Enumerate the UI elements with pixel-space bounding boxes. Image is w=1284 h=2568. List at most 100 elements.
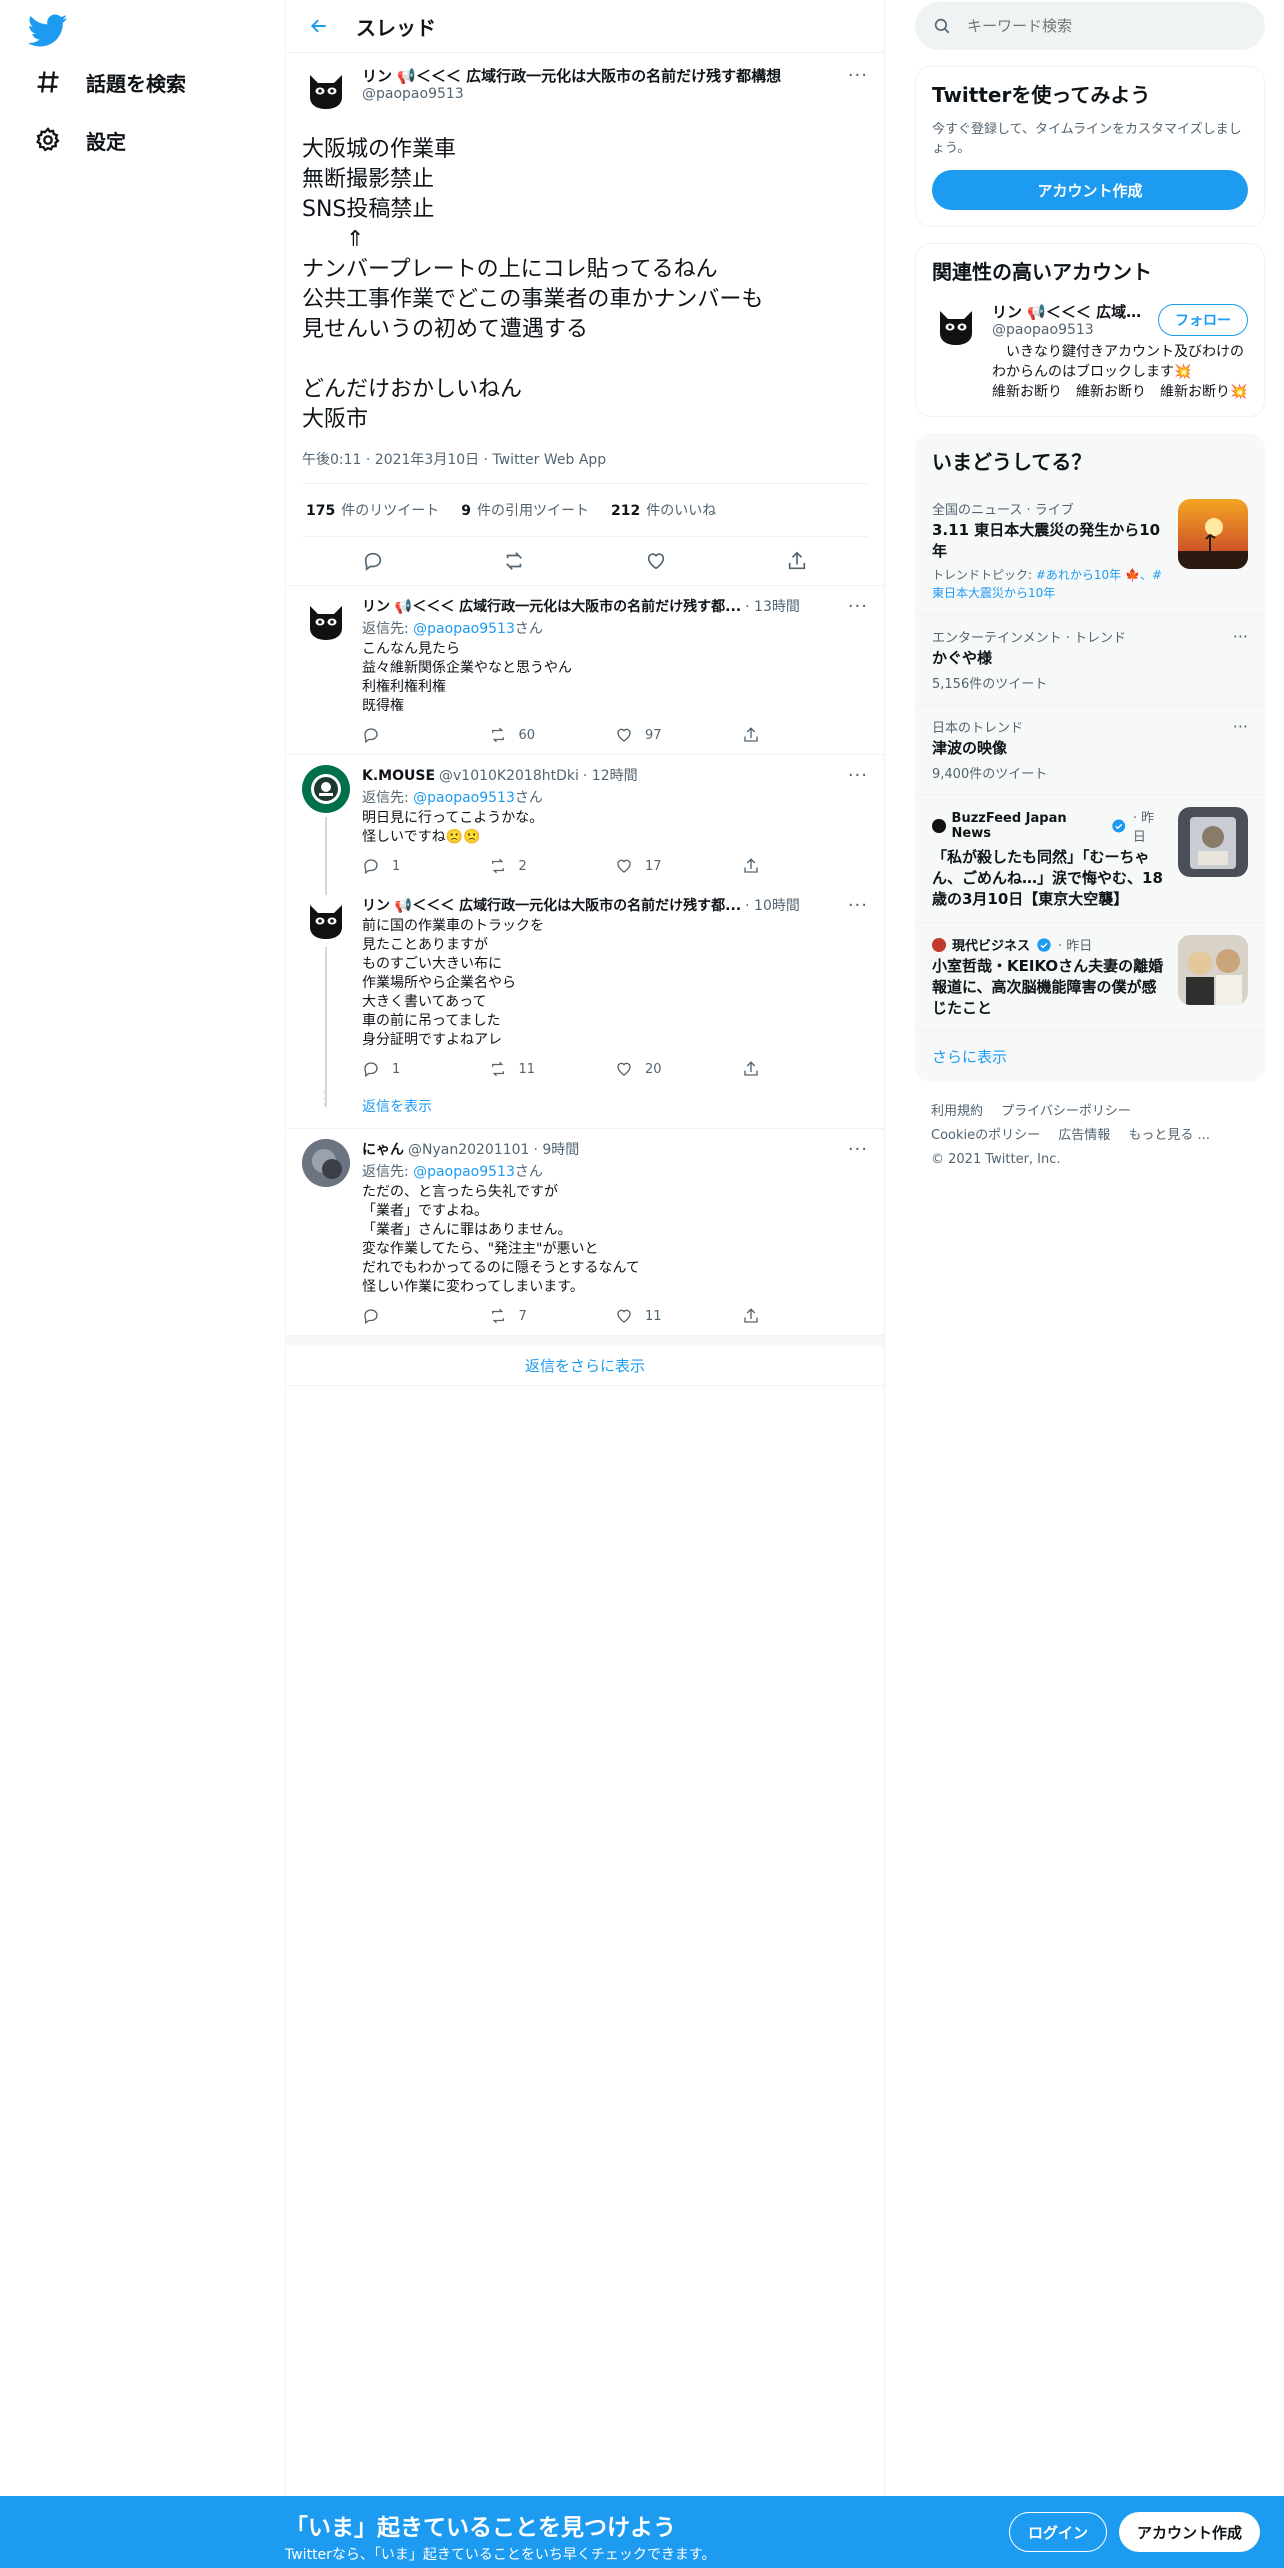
tweet-meta[interactable]: 午後0:11 · 2021年3月10日 · Twitter Web App — [302, 449, 868, 484]
reply-header: リン 📢＜＜＜ 広域行政一元化は大阪市の名前だけ残す都... · 10時間 — [362, 895, 868, 915]
heart-icon — [617, 1309, 631, 1323]
reply-icon[interactable] — [362, 550, 384, 572]
related-account[interactable]: リン 📢＜＜＜ 広域... @paopao9513 フォロー いきなり鍵付きアカ… — [916, 297, 1264, 416]
replying-to-link[interactable]: @paopao9513 — [413, 621, 515, 637]
copyright: © 2021 Twitter, Inc. — [931, 1152, 1061, 1167]
author-handle[interactable]: @Nyan20201101 — [408, 1142, 529, 1158]
heart-icon — [617, 728, 631, 742]
search-icon — [934, 18, 950, 34]
news-headline: 小室哲哉・KEIKOさん夫妻の離婚報道に、高次脳機能障害の僕が感じたこと — [932, 957, 1164, 1017]
tweet-time[interactable]: · 13時間 — [745, 596, 800, 616]
reply-button[interactable]: 1 — [362, 1060, 489, 1078]
reply-text: 前に国の作業車のトラックを 見たことありますが ものすごい大きい布に 作業場所や… — [362, 918, 544, 1048]
quotes-stat[interactable]: 9 件の引用ツイート — [461, 500, 589, 520]
avatar[interactable] — [302, 1139, 350, 1187]
author-handle[interactable]: @v1010K2018htDki — [439, 768, 579, 784]
more-icon[interactable]: ··· — [848, 596, 868, 617]
retweet-icon[interactable] — [503, 550, 525, 572]
footer-link-more[interactable]: もっと見る ... — [1128, 1128, 1210, 1143]
replying-to-link[interactable]: @paopao9513 — [413, 790, 515, 806]
login-button[interactable]: ログイン — [1008, 2512, 1107, 2552]
avatar[interactable] — [302, 765, 350, 813]
footer-link-terms[interactable]: 利用規約 — [931, 1104, 983, 1119]
author-name[interactable]: リン 📢＜＜＜ 広域行政一元化は大阪市の名前だけ残す都... — [362, 596, 741, 616]
retweet-button[interactable]: 2 — [489, 857, 616, 875]
reply-button[interactable] — [362, 726, 489, 744]
more-icon[interactable]: ··· — [848, 65, 868, 86]
more-icon[interactable]: ··· — [848, 1139, 868, 1160]
back-arrow-icon[interactable] — [302, 9, 336, 43]
retweet-icon — [491, 1061, 504, 1077]
follow-button[interactable]: フォロー — [1158, 303, 1248, 336]
share-icon[interactable] — [786, 550, 808, 572]
share-button[interactable] — [742, 1060, 869, 1078]
avatar[interactable] — [932, 301, 980, 349]
create-account-button[interactable]: アカウント作成 — [932, 170, 1248, 210]
retweet-button[interactable]: 60 — [489, 726, 616, 744]
nav-explore[interactable]: 話題を検索 — [20, 54, 200, 110]
share-button[interactable] — [742, 857, 869, 875]
tweet-time[interactable]: · 10時間 — [745, 895, 800, 915]
likes-stat[interactable]: 212 件のいいね — [611, 500, 716, 520]
show-more-replies-button[interactable]: 返信をさらに表示 — [286, 1336, 884, 1386]
author-name[interactable]: にゃん — [362, 1139, 404, 1159]
more-icon[interactable]: ··· — [1233, 627, 1248, 646]
share-button[interactable] — [742, 1307, 869, 1325]
reply-tweet[interactable]: リン 📢＜＜＜ 広域行政一元化は大阪市の名前だけ残す都... · 13時間 ··… — [286, 586, 884, 755]
trend-count: 5,156件のツイート — [932, 677, 1048, 692]
author-name[interactable]: K.MOUSE — [362, 768, 435, 784]
like-button[interactable]: 11 — [615, 1307, 742, 1325]
footer-link-ads[interactable]: 広告情報 — [1058, 1128, 1110, 1143]
retweets-stat[interactable]: 175 件のリツイート — [306, 500, 439, 520]
news-source-name: BuzzFeed Japan News — [951, 811, 1067, 841]
search-input[interactable] — [967, 17, 1217, 35]
news-source: BuzzFeed Japan News · 昨日 — [932, 807, 1166, 845]
like-button[interactable]: 20 — [615, 1060, 742, 1078]
news-item[interactable]: 現代ビジネス · 昨日 小室哲哉・KEIKOさん夫妻の離婚報道に、高次脳機能障害… — [916, 922, 1264, 1031]
reply-tweet[interactable]: にゃん @Nyan20201101 · 9時間 ··· 返信先: @paopao… — [286, 1129, 884, 1336]
more-icon[interactable]: ··· — [848, 895, 868, 916]
tweet-time[interactable]: · 9時間 — [533, 1139, 579, 1159]
author-handle[interactable]: @paopao9513 — [362, 86, 781, 102]
signup-button[interactable]: アカウント作成 — [1118, 2512, 1260, 2552]
related-handle[interactable]: @paopao9513 — [992, 322, 1142, 338]
author-name[interactable]: リン 📢＜＜＜ 広域行政一元化は大阪市の名前だけ残す都... — [362, 895, 741, 915]
avatar[interactable] — [302, 65, 350, 113]
trend-item[interactable]: 日本のトレンド 津波の映像 9,400件のツイート ··· — [916, 704, 1264, 794]
news-source: 現代ビジネス · 昨日 — [932, 935, 1166, 954]
reply-button[interactable] — [362, 1307, 489, 1325]
like-button[interactable]: 97 — [615, 726, 742, 744]
news-item[interactable]: BuzzFeed Japan News · 昨日 「私が殺したも同然」「むーちゃ… — [916, 794, 1264, 922]
news-time: · 昨日 — [1132, 811, 1155, 845]
author-name[interactable]: リン 📢＜＜＜ 広域行政一元化は大阪市の名前だけ残す都構想 — [362, 65, 781, 86]
footer-link-cookies[interactable]: Cookieのポリシー — [931, 1128, 1040, 1143]
tweet-time[interactable]: · 12時間 — [583, 765, 638, 785]
like-button[interactable]: 17 — [615, 857, 742, 875]
replying-to: 返信先: @paopao9513さん — [362, 621, 543, 637]
trend-name: 3.11 東日本大震災の発生から10年 — [932, 521, 1161, 560]
trend-item[interactable]: 全国のニュース · ライブ 3.11 東日本大震災の発生から10年 トレンドトピ… — [916, 487, 1264, 614]
related-name[interactable]: リン 📢＜＜＜ 広域... — [992, 301, 1142, 322]
bottom-signup-bar: 「いま」起きていることを見つけよう Twitterなら、「いま」起きていることを… — [0, 2496, 1284, 2568]
avatar[interactable] — [302, 895, 350, 943]
replying-to-link[interactable]: @paopao9513 — [413, 1164, 515, 1180]
footer-link-privacy[interactable]: プライバシーポリシー — [1001, 1104, 1131, 1119]
sunset-thumbnail — [1178, 499, 1248, 569]
more-icon[interactable]: ··· — [1233, 717, 1248, 736]
share-button[interactable] — [742, 726, 869, 744]
reply-tweet[interactable]: K.MOUSE @v1010K2018htDki · 12時間 ··· 返信先:… — [286, 755, 884, 917]
search-box[interactable] — [915, 2, 1265, 50]
more-icon[interactable]: ··· — [848, 765, 868, 786]
heart-icon[interactable] — [645, 550, 667, 572]
reply-tweet[interactable]: リン 📢＜＜＜ 広域行政一元化は大阪市の名前だけ残す都... · 10時間 ··… — [286, 885, 884, 1107]
show-replies-link[interactable]: · · · 返信を表示 — [286, 1085, 884, 1129]
retweet-button[interactable]: 7 — [489, 1307, 616, 1325]
trend-item[interactable]: エンターテインメント · トレンド かぐや様 5,156件のツイート ··· — [916, 614, 1264, 704]
trends-show-more-link[interactable]: さらに表示 — [916, 1031, 1264, 1081]
reply-button[interactable]: 1 — [362, 857, 489, 875]
signup-description: 今すぐ登録して、タイムラインをカスタマイズしましょう。 — [932, 122, 1242, 156]
retweet-button[interactable]: 11 — [489, 1060, 616, 1078]
avatar[interactable] — [302, 596, 350, 644]
twitter-logo-icon[interactable] — [27, 10, 68, 50]
nav-settings[interactable]: 設定 — [20, 112, 140, 168]
